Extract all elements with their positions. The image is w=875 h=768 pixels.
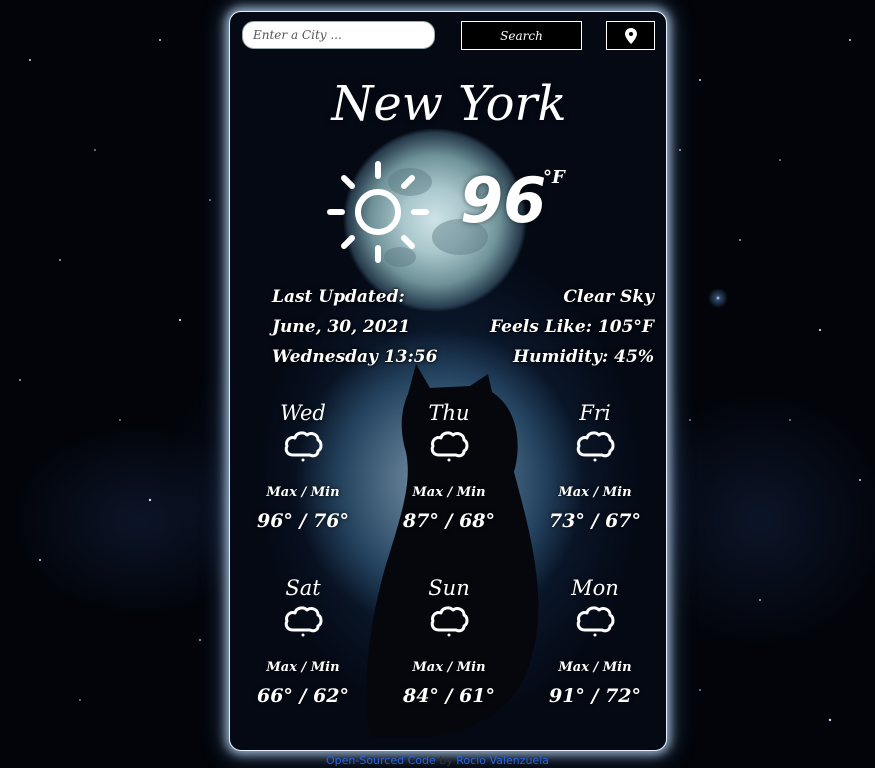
search-input[interactable] (242, 21, 435, 49)
last-updated-label: Last Updated: (272, 287, 405, 307)
forecast-day-name: Sun (428, 576, 470, 600)
humidity: Humidity: 45% (513, 347, 654, 367)
forecast-label: Max / Min (266, 660, 340, 675)
forecast-day-name: Mon (571, 576, 619, 600)
forecast-label: Max / Min (412, 660, 486, 675)
last-updated-date: June, 30, 2021 (272, 317, 411, 337)
current-temperature: 96 (460, 164, 547, 237)
author-link[interactable]: Rocio Valenzuela (456, 754, 549, 767)
forecast-day: Fri Max / Min 73° / 67° (535, 401, 655, 532)
forecast-day: Sun Max / Min 84° / 61° (389, 576, 509, 707)
forecast-label: Max / Min (558, 485, 632, 500)
forecast-temps: 66° / 62° (256, 685, 350, 707)
forecast-day-name: Wed (280, 401, 326, 425)
footer-by-text: by (439, 754, 453, 767)
forecast-label: Max / Min (558, 660, 632, 675)
forecast-label: Max / Min (412, 485, 486, 500)
feels-like: Feels Like: 105°F (490, 317, 654, 337)
map-pin-icon (624, 27, 637, 44)
forecast-temps: 73° / 67° (548, 510, 642, 532)
footer: Open-Sourced Code by Rocio Valenzuela (0, 754, 875, 767)
condition-text: Clear Sky (563, 287, 654, 307)
temperature-unit: °F (543, 167, 565, 188)
cloud-icon (430, 606, 469, 637)
forecast-day: Sat Max / Min 66° / 62° (243, 576, 363, 707)
cloud-icon (430, 431, 469, 462)
forecast-temps: 84° / 61° (402, 685, 496, 707)
forecast-temps: 87° / 68° (402, 510, 496, 532)
forecast-temps: 91° / 72° (548, 685, 642, 707)
forecast-label: Max / Min (266, 485, 340, 500)
forecast-day: Mon Max / Min 91° / 72° (535, 576, 655, 707)
forecast-day-name: Sat (285, 576, 321, 600)
forecast-day: Thu Max / Min 87° / 68° (389, 401, 509, 532)
cloud-icon (284, 606, 323, 637)
sun-icon (327, 161, 429, 263)
last-updated-time: Wednesday 13:56 (272, 347, 438, 367)
cloud-icon (576, 606, 615, 637)
forecast-day-name: Thu (428, 401, 470, 425)
last-updated-block: Last Updated: June, 30, 2021 Wednesday 1… (272, 282, 437, 372)
search-button[interactable]: Search (461, 21, 582, 50)
location-button[interactable] (606, 21, 655, 50)
page-background: Search New York 96 °F Last (0, 0, 875, 768)
forecast-temps: 96° / 76° (256, 510, 350, 532)
conditions-block: Clear Sky Feels Like: 105°F Humidity: 45… (490, 282, 654, 372)
source-code-link[interactable]: Open-Sourced Code (326, 754, 436, 767)
weather-card: Search New York 96 °F Last (229, 11, 667, 751)
forecast-day-name: Fri (579, 401, 611, 425)
cloud-icon (284, 431, 323, 462)
city-name: New York (331, 76, 567, 132)
forecast-day: Wed Max / Min 96° / 76° (243, 401, 363, 532)
cloud-icon (576, 431, 615, 462)
